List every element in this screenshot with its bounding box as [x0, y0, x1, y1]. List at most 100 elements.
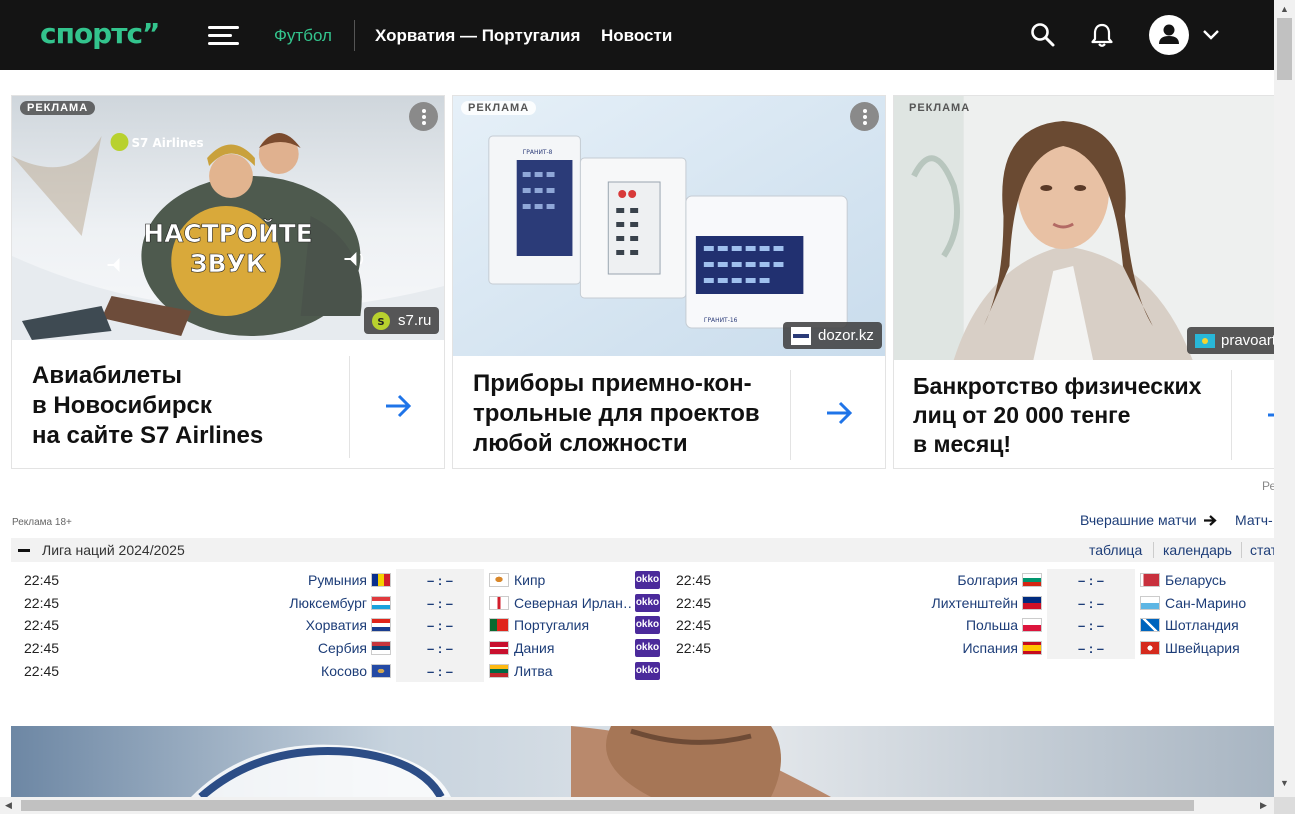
ad-divider [349, 356, 350, 458]
ad-card-dozor[interactable]: ГРАНИТ-8 ГРАНИТ-16 РЕКЛАМА dozor.kz Приб… [452, 95, 886, 469]
team-home[interactable]: Польша [858, 617, 1018, 633]
luxembourg-flag-icon [371, 595, 391, 610]
liechtenstein-flag-icon [1022, 595, 1042, 610]
ad-title-line: трольные для проектов [473, 400, 760, 427]
match-score[interactable]: – : – [1047, 596, 1135, 611]
ad-source-badge[interactable]: dozor.kz [783, 322, 882, 349]
team-home[interactable]: Люксембург [207, 595, 367, 611]
league-table-link[interactable]: таблица [1089, 542, 1142, 558]
team-away[interactable]: Шотландия [1165, 617, 1274, 633]
dozor-logo-icon [791, 327, 811, 345]
scroll-down-icon[interactable]: ▼ [1280, 778, 1289, 788]
match-time: 22:45 [24, 594, 60, 611]
match-score[interactable]: – : – [396, 664, 484, 679]
match-score[interactable]: – : – [396, 618, 484, 633]
link-divider [1153, 542, 1154, 558]
team-away[interactable]: Швейцария [1165, 640, 1274, 656]
team-home[interactable]: Сербия [207, 640, 367, 656]
ad-source-label: s7.ru [398, 312, 432, 329]
match-score[interactable]: – : – [396, 596, 484, 611]
team-home[interactable]: Испания [858, 640, 1018, 656]
team-away[interactable]: Литва [514, 663, 632, 679]
s7-brand-text: S7 Airlines [131, 136, 203, 150]
horizontal-scroll-thumb[interactable] [21, 800, 1194, 811]
site-header: спортс” Футбол Хорватия — Португалия Нов… [0, 0, 1274, 70]
match-score[interactable]: – : – [1047, 618, 1135, 633]
ad-source-badge[interactable]: S s7.ru [364, 307, 440, 334]
match-time: 22:45 [676, 594, 712, 611]
ad-card-pravoarti[interactable]: РЕКЛАМА pravoarti Банкротство физических… [893, 95, 1274, 469]
ad-source-badge[interactable]: pravoarti [1187, 327, 1274, 354]
arrow-right-icon[interactable] [1265, 400, 1274, 430]
ad-card-s7[interactable]: S7 Airlines НАСТРОЙТЕ ЗВУК РЕКЛАМА S s7.… [11, 95, 445, 469]
arrow-right-icon[interactable] [824, 398, 854, 428]
match-score[interactable]: – : – [1047, 573, 1135, 588]
device-label: ГРАНИТ-8 [523, 149, 553, 156]
ad-title-line: Банкротство физических [913, 373, 1202, 399]
serbia-flag-icon [371, 641, 391, 656]
ad-image-dozor: ГРАНИТ-8 ГРАНИТ-16 [453, 96, 885, 356]
nav-news[interactable]: Новости [601, 24, 672, 48]
ads-footer-label: Ре [1262, 479, 1274, 493]
team-home[interactable]: Болгария [858, 572, 1018, 588]
match-score[interactable]: – : – [396, 573, 484, 588]
team-home[interactable]: Косово [207, 663, 367, 679]
scroll-right-icon[interactable]: ▶ [1260, 800, 1267, 810]
okko-tv-icon[interactable]: okko [635, 571, 660, 589]
vertical-scroll-thumb[interactable] [1277, 18, 1292, 80]
team-home[interactable]: Румыния [207, 572, 367, 588]
ad-divider [790, 370, 791, 460]
ad-title-line: на сайте S7 Airlines [32, 422, 264, 449]
s7-logo-icon: S [372, 312, 390, 330]
team-away[interactable]: Сан-Марино [1165, 595, 1274, 611]
news-photo[interactable] [11, 726, 1274, 797]
northern-ireland-flag-icon [489, 595, 509, 610]
okko-tv-icon[interactable]: okko [635, 593, 660, 612]
okko-tv-icon[interactable]: okko [635, 661, 660, 680]
poland-flag-icon [1022, 618, 1042, 633]
horizontal-scrollbar[interactable]: ◀ ▶ [0, 797, 1274, 814]
more-options-icon[interactable] [850, 102, 879, 131]
scroll-left-icon[interactable]: ◀ [5, 800, 12, 810]
search-icon[interactable] [1030, 22, 1056, 48]
league-calendar-link[interactable]: календарь [1163, 542, 1232, 558]
team-away[interactable]: Дания [514, 640, 632, 656]
switzerland-flag-icon [1140, 641, 1160, 656]
ad-source-label: pravoarti [1221, 332, 1274, 349]
ad-tag: РЕКЛАМА [461, 101, 537, 115]
collapse-icon[interactable] [18, 549, 30, 552]
team-away[interactable]: Северная Ирлан… [514, 595, 632, 611]
site-logo[interactable]: спортс” [40, 20, 160, 48]
link-divider [1241, 542, 1242, 558]
match-score[interactable]: – : – [1047, 641, 1135, 656]
chevron-down-icon[interactable] [1201, 26, 1221, 44]
bell-icon[interactable] [1089, 22, 1115, 48]
league-stats-link[interactable]: стат [1250, 542, 1274, 558]
team-away[interactable]: Беларусь [1165, 572, 1274, 588]
scroll-up-icon[interactable]: ▲ [1280, 4, 1289, 14]
user-avatar[interactable] [1149, 15, 1189, 55]
ad-title[interactable]: Авиабилеты в Новосибирск на сайте S7 Air… [32, 361, 263, 451]
arrow-right-icon[interactable] [383, 391, 413, 421]
match-time: 22:45 [24, 572, 60, 588]
team-home[interactable]: Хорватия [207, 617, 367, 633]
match-score[interactable]: – : – [396, 641, 484, 656]
league-title[interactable]: Лига наций 2024/2025 [42, 542, 185, 558]
ad-title[interactable]: Приборы приемно-кон- трольные для проект… [473, 369, 760, 459]
menu-icon[interactable] [208, 26, 239, 46]
more-options-icon[interactable] [409, 102, 438, 131]
nav-football[interactable]: Футбол [274, 24, 332, 48]
san-marino-flag-icon [1140, 595, 1160, 610]
yesterday-matches-link[interactable]: Вчерашние матчи [1080, 512, 1217, 528]
league-header[interactable]: Лига наций 2024/2025 таблица календарь с… [11, 538, 1274, 562]
matches-link[interactable]: Матч- [1235, 512, 1273, 528]
portugal-flag-icon [489, 618, 509, 633]
team-away[interactable]: Кипр [514, 572, 632, 588]
nav-croatia-portugal[interactable]: Хорватия — Португалия [375, 24, 580, 48]
team-away[interactable]: Португалия [514, 617, 632, 633]
okko-tv-icon[interactable]: okko [635, 616, 660, 635]
vertical-scrollbar[interactable]: ▲ ▼ [1274, 0, 1295, 797]
team-home[interactable]: Лихтенштейн [858, 595, 1018, 611]
ad-title[interactable]: Банкротство физических лиц от 20 000 тен… [913, 372, 1201, 459]
okko-tv-icon[interactable]: okko [635, 639, 660, 658]
